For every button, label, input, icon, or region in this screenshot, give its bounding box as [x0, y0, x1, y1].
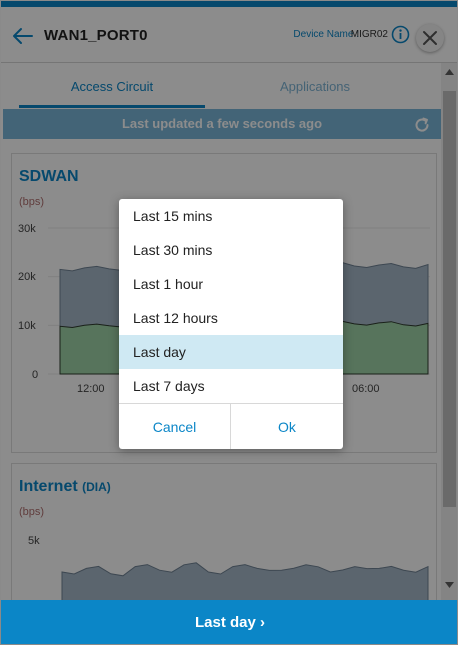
- ok-button[interactable]: Ok: [231, 404, 343, 449]
- option-last-30-mins[interactable]: Last 30 mins: [119, 233, 343, 267]
- cancel-button[interactable]: Cancel: [119, 404, 231, 449]
- option-last-day[interactable]: Last day: [119, 335, 343, 369]
- app-window: WAN1_PORT0 Device Name : MIGR02 Access C…: [0, 0, 458, 645]
- time-range-button[interactable]: Last day ›: [1, 600, 457, 644]
- option-last-1-hour[interactable]: Last 1 hour: [119, 267, 343, 301]
- dialog-actions: Cancel Ok: [119, 403, 343, 449]
- option-last-12-hours[interactable]: Last 12 hours: [119, 301, 343, 335]
- option-last-7-days[interactable]: Last 7 days: [119, 369, 343, 403]
- option-last-15-mins[interactable]: Last 15 mins: [119, 199, 343, 233]
- time-range-dialog: Last 15 mins Last 30 mins Last 1 hour La…: [119, 199, 343, 449]
